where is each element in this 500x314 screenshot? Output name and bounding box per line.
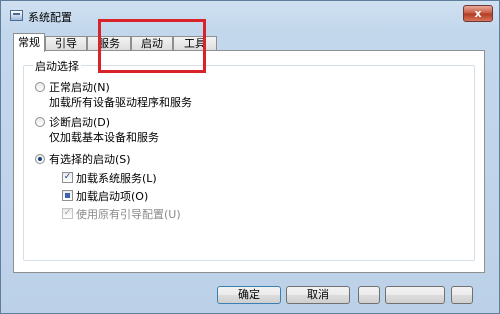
help-button[interactable] bbox=[385, 286, 445, 304]
use-original-boot-config-label: 使用原有引导配置(U) bbox=[76, 208, 181, 221]
normal-startup-radio[interactable] bbox=[35, 82, 45, 92]
tab-boot[interactable]: 引导 bbox=[45, 36, 87, 51]
ok-button[interactable]: 确定 bbox=[217, 286, 281, 304]
tab-general[interactable]: 常规 bbox=[13, 33, 45, 52]
startup-selection-label: 启动选择 bbox=[33, 58, 81, 74]
selective-startup-radio[interactable] bbox=[35, 154, 45, 164]
diagnostic-startup-radio[interactable] bbox=[35, 117, 45, 127]
close-button[interactable]: x bbox=[463, 5, 493, 22]
red-highlight-box bbox=[98, 19, 206, 73]
normal-startup-description: 加载所有设备驱动程序和服务 bbox=[49, 96, 192, 109]
selective-startup-label[interactable]: 有选择的启动(S) bbox=[49, 151, 131, 167]
load-system-services-label[interactable]: 加载系统服务(L) bbox=[76, 170, 157, 186]
title-bar: 系统配置 x bbox=[1, 1, 499, 31]
diagnostic-startup-description: 仅加载基本设备和服务 bbox=[49, 131, 159, 144]
system-config-window: 系统配置 x 常规 引导 服务 启动 工具 启动选择 正常启动(N) 加载所有设… bbox=[0, 0, 500, 314]
window-title: 系统配置 bbox=[28, 11, 72, 24]
load-startup-items-checkbox[interactable] bbox=[62, 190, 73, 201]
cancel-button[interactable]: 取消 bbox=[286, 286, 350, 304]
diagnostic-startup-label[interactable]: 诊断启动(D) bbox=[49, 114, 110, 130]
app-icon bbox=[10, 10, 23, 21]
load-system-services-checkbox[interactable]: ✓ bbox=[62, 172, 73, 183]
apply-button[interactable] bbox=[358, 286, 380, 304]
normal-startup-label[interactable]: 正常启动(N) bbox=[49, 79, 110, 95]
use-original-boot-config-checkbox: ✓ bbox=[62, 208, 73, 219]
extra-button[interactable] bbox=[451, 286, 473, 304]
load-startup-items-label[interactable]: 加载启动项(O) bbox=[76, 188, 148, 204]
